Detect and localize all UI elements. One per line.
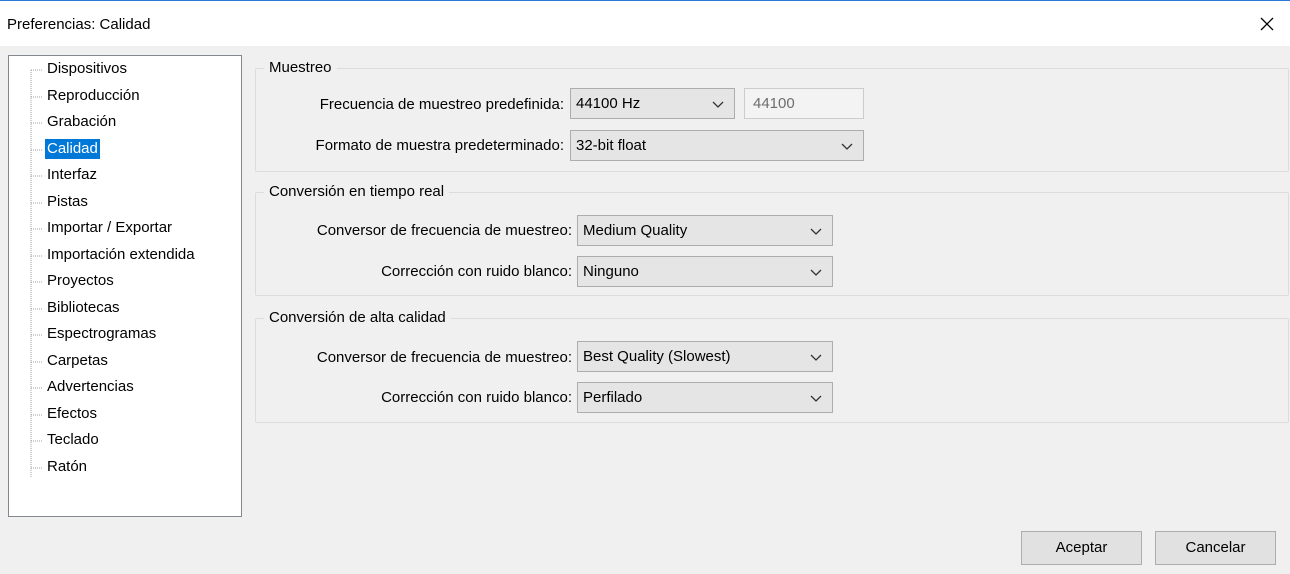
sample-format-dropdown[interactable]: 32-bit float [570, 130, 864, 161]
highquality-dither-value: Perfilado [583, 389, 643, 406]
tree-item-interfaz[interactable]: Interfaz [45, 165, 99, 185]
sample-rate-label: Frecuencia de muestreo predefinida: [319, 96, 564, 113]
ok-button[interactable]: Aceptar [1021, 531, 1142, 565]
tree-item-efectos[interactable]: Efectos [45, 404, 99, 424]
tree-item-importacion-extendida[interactable]: Importación extendida [45, 245, 197, 265]
group-muestreo-label: Muestreo [264, 59, 337, 77]
highquality-dither-dropdown[interactable]: Perfilado [577, 382, 833, 413]
realtime-converter-dropdown[interactable]: Medium Quality [577, 215, 833, 246]
preferences-tree[interactable]: Dispositivos Reproducción Grabación Cali… [8, 55, 242, 517]
tree-connector-lines [30, 69, 43, 477]
sample-format-value: 32-bit float [576, 137, 647, 154]
tree-item-grabacion[interactable]: Grabación [45, 112, 118, 132]
realtime-converter-label: Conversor de frecuencia de muestreo: [316, 222, 572, 239]
sample-rate-value: 44100 Hz [576, 95, 641, 112]
window-title: Preferencias: Calidad [7, 16, 151, 33]
sample-format-label: Formato de muestra predeterminado: [315, 137, 564, 154]
title-bar: Preferencias: Calidad [0, 0, 1290, 46]
chevron-down-icon [712, 101, 724, 108]
sample-rate-text-field[interactable]: 44100 [744, 88, 864, 119]
realtime-dither-value: Ninguno [583, 263, 639, 280]
tree-item-importar-exportar[interactable]: Importar / Exportar [45, 218, 174, 238]
tree-item-dispositivos[interactable]: Dispositivos [45, 59, 129, 79]
chevron-down-icon [810, 228, 822, 235]
highquality-converter-value: Best Quality (Slowest) [583, 348, 731, 365]
tree-item-calidad[interactable]: Calidad [45, 139, 100, 159]
tree-item-advertencias[interactable]: Advertencias [45, 377, 136, 397]
close-button[interactable] [1244, 1, 1290, 47]
tree-item-espectrogramas[interactable]: Espectrogramas [45, 324, 158, 344]
highquality-converter-dropdown[interactable]: Best Quality (Slowest) [577, 341, 833, 372]
sample-rate-dropdown[interactable]: 44100 Hz [570, 88, 735, 119]
chevron-down-icon [810, 269, 822, 276]
tree-item-carpetas[interactable]: Carpetas [45, 351, 110, 371]
group-highquality-label: Conversión de alta calidad [264, 309, 451, 327]
cancel-button[interactable]: Cancelar [1155, 531, 1276, 565]
realtime-converter-value: Medium Quality [583, 222, 688, 239]
group-realtime-label: Conversión en tiempo real [264, 183, 450, 201]
close-icon [1260, 17, 1274, 31]
chevron-down-icon [841, 143, 853, 150]
tree-item-reproduccion[interactable]: Reproducción [45, 86, 142, 106]
tree-item-proyectos[interactable]: Proyectos [45, 271, 116, 291]
tree-item-pistas[interactable]: Pistas [45, 192, 90, 212]
highquality-converter-label: Conversor de frecuencia de muestreo: [316, 349, 572, 366]
chevron-down-icon [810, 354, 822, 361]
highquality-dither-label: Corrección con ruido blanco: [381, 389, 572, 406]
tree-item-teclado[interactable]: Teclado [45, 430, 101, 450]
tree-item-bibliotecas[interactable]: Bibliotecas [45, 298, 122, 318]
tree-item-raton[interactable]: Ratón [45, 457, 89, 477]
realtime-dither-dropdown[interactable]: Ninguno [577, 256, 833, 287]
realtime-dither-label: Corrección con ruido blanco: [381, 263, 572, 280]
chevron-down-icon [810, 395, 822, 402]
